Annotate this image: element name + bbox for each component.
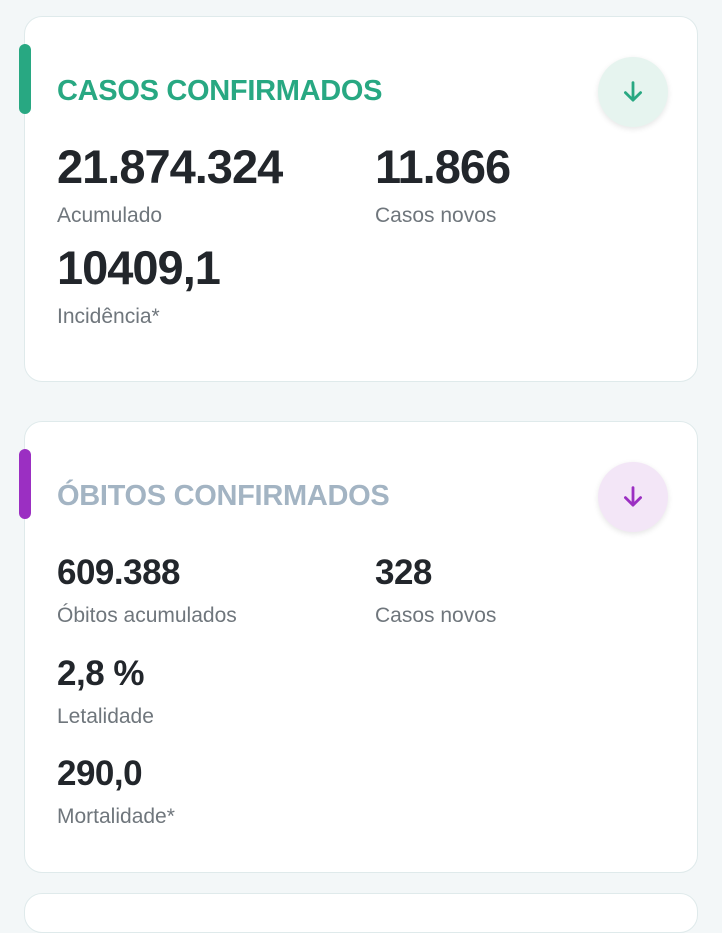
casos-accent-bar (19, 44, 31, 114)
obitos-acumulados-value: 609.388 (57, 553, 181, 592)
obitos-download-button[interactable] (598, 462, 668, 532)
obitos-casos-novos-value: 328 (375, 553, 432, 592)
obitos-mortalidade-label: Mortalidade* (57, 805, 175, 828)
casos-acumulado-value: 21.874.324 (57, 140, 283, 193)
obitos-casos-novos-label: Casos novos (375, 604, 497, 627)
obitos-confirmados-card: ÓBITOS CONFIRMADOS 609.388 Óbitos acumul… (19, 421, 698, 873)
arrow-down-icon (624, 81, 642, 102)
next-card-peek (24, 893, 698, 933)
arrow-down-icon (624, 486, 642, 507)
obitos-mortalidade-value: 290,0 (57, 754, 143, 793)
casos-download-button[interactable] (598, 57, 668, 127)
casos-confirmados-card: CASOS CONFIRMADOS 21.874.324 Acumulado 1… (19, 16, 698, 382)
casos-incidencia-value: 10409,1 (57, 241, 221, 294)
obitos-title: ÓBITOS CONFIRMADOS (57, 480, 390, 512)
casos-incidencia-label: Incidência* (57, 305, 160, 328)
casos-acumulado-label: Acumulado (57, 204, 163, 227)
obitos-accent-bar (19, 449, 31, 519)
obitos-acumulados-label: Óbitos acumulados (57, 604, 237, 627)
obitos-letalidade-label: Letalidade (57, 705, 154, 728)
obitos-letalidade-value: 2,8 % (57, 654, 145, 693)
casos-novos-value: 11.866 (375, 140, 511, 193)
casos-title: CASOS CONFIRMADOS (57, 75, 383, 107)
casos-novos-label: Casos novos (375, 204, 497, 227)
